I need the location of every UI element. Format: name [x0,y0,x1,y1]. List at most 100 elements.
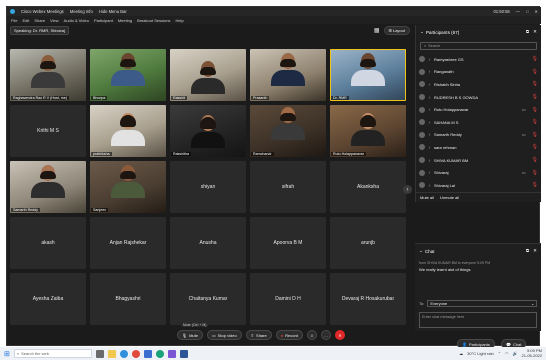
muted-microphone-icon[interactable]: 🎙 [532,144,538,150]
video-tile[interactable]: Bhoopa [90,49,166,101]
video-tile-no-camera[interactable]: Krithi M S [10,105,86,157]
muted-microphone-icon[interactable]: 🎙 [532,182,538,188]
avatar [419,106,425,113]
minimize-button[interactable]: — [516,9,520,14]
video-tile[interactable]: Samarth Reddy [10,161,86,213]
store-icon[interactable] [167,349,176,358]
unmute-all-button[interactable]: Unmute all [440,195,459,200]
meeting-info-link[interactable]: Meeting Info [70,9,93,14]
video-tile[interactable]: Rakshitha [170,105,246,157]
menu-breakout-sessions[interactable]: Breakout Sessions [137,18,170,23]
participant-row[interactable]: ♀ Ranganath 🎙 [416,66,541,79]
close-icon[interactable]: ✕ [533,248,537,254]
mail-icon[interactable] [143,349,152,358]
muted-microphone-icon[interactable]: 🎙 [532,107,538,113]
video-tile-no-camera[interactable]: Apoorva B M [250,217,326,269]
video-tile-no-camera[interactable]: Anjan Rajshekar [90,217,166,269]
webex-taskbar-icon[interactable] [155,349,164,358]
video-tile-no-camera[interactable]: Anusha [170,217,246,269]
menu-audio-video[interactable]: Audio & Video [64,18,89,23]
video-tile-no-camera[interactable]: Bhagyashri [90,273,166,325]
menu-participant[interactable]: Participant [94,18,113,23]
video-tile[interactable]: Rakshit [170,49,246,101]
participant-video [170,49,246,101]
chrome-browser-icon[interactable] [131,349,140,358]
video-tile[interactable]: Ramchandr [250,105,326,157]
muted-microphone-icon[interactable]: 🎙 [532,170,538,176]
chat-message-input[interactable]: Enter chat message here [419,312,537,328]
video-tile[interactable]: Sanjeev [90,161,166,213]
more-options-button[interactable]: … [321,330,332,340]
edge-browser-icon[interactable] [119,349,128,358]
muted-microphone-icon[interactable]: 🎙 [532,119,538,125]
menu-meeting[interactable]: Meeting [118,18,132,23]
muted-microphone-icon[interactable]: 🎙 [532,69,538,75]
video-tile-no-camera[interactable]: arunjb [330,217,406,269]
menu-share[interactable]: Share [34,18,45,23]
stop-video-button[interactable]: ▭ Stop video [206,330,242,340]
menu-help[interactable]: Help [175,18,183,23]
muted-microphone-icon[interactable]: 🎙 [532,132,538,138]
search-icon: ⌕ [16,351,20,356]
participant-row[interactable]: ♀ Samarth Reddy ▭ 🎙 [416,129,541,142]
popout-icon[interactable]: ⧉ [526,29,529,35]
wifi-icon[interactable]: ◠ [505,351,509,356]
muted-microphone-icon[interactable]: 🎙 [532,56,538,62]
participant-row[interactable]: ♀ Ramyashree GS 🎙 [416,53,541,66]
video-tile-no-camera[interactable]: akash [10,217,86,269]
participant-row[interactable]: ♀ Rutu Holappanavar ▭ 🎙 [416,103,541,116]
video-tile-no-camera[interactable]: sifrah [250,161,326,213]
participant-row[interactable]: ♀ Rishabh Sinha 🎙 [416,78,541,91]
participant-row[interactable]: ♀ SHIVA KUMAR BM 🎙 [416,154,541,167]
menu-file[interactable]: File [11,18,17,23]
participant-search-input[interactable]: ⌕ Search [420,42,537,50]
leave-meeting-button[interactable]: ✕ [335,330,346,340]
video-tile-no-camera[interactable]: Damini D H [250,273,326,325]
share-button[interactable]: ⇪ Share [245,330,272,340]
close-button[interactable]: ✕ [534,9,538,14]
chevron-up-icon[interactable]: ⌃ [498,351,501,356]
video-tile-no-camera[interactable]: shiyan [170,161,246,213]
layout-button[interactable]: ⊞ Layout [383,26,410,35]
video-tile-no-camera[interactable]: Devaraj R Hosakurubar [330,273,406,325]
video-tile-no-camera[interactable]: Chaitanya Kumar [170,273,246,325]
video-tile[interactable]: Prasanth [250,49,326,101]
avatar [419,81,425,88]
video-tile[interactable]: Raghavendra Rao R V (Host, me) [10,49,86,101]
participant-row[interactable]: ♀ SAHANA M S 🎙 [416,116,541,129]
participant-row[interactable]: ♀ RUDRESH B S GOWDA 🎙 [416,91,541,104]
menu-edit[interactable]: Edit [22,18,29,23]
grid-view-icon[interactable]: ▦ [374,27,380,34]
clock[interactable]: 5:09 PM 21-05-2022 [522,348,542,358]
mute-button[interactable]: 🎙 Mute [177,330,203,340]
chevron-down-icon[interactable]: ⌄ [419,248,423,254]
participant-row[interactable]: ♀ Shivaraj ▭ 🎙 [416,166,541,179]
video-tile[interactable]: Rutu Holappanavar [330,105,406,157]
video-tile[interactable]: prathiksha [90,105,166,157]
file-explorer-icon[interactable] [107,349,116,358]
recipient-select[interactable]: Everyone ⌄ [427,300,538,307]
video-tile-no-camera[interactable]: Ayesha Zaiba [10,273,86,325]
taskbar-search-input[interactable]: ⌕ Search the web [13,349,92,358]
record-button[interactable]: ● Record [275,330,304,340]
video-tile-no-camera[interactable]: Akanksha [330,161,406,213]
muted-microphone-icon[interactable]: 🎙 [532,94,538,100]
task-view-icon[interactable] [95,349,104,358]
muted-microphone-icon[interactable]: 🎙 [532,157,538,163]
mute-all-button[interactable]: Mute all [420,195,434,200]
hide-menu-bar-link[interactable]: Hide Menu Bar [99,9,127,14]
menu-view[interactable]: View [50,18,59,23]
participant-row[interactable]: ♀ Shivaraj Lal 🎙 [416,179,541,192]
windows-start-icon[interactable]: ⊞ [4,350,10,358]
video-tile-active-speaker[interactable]: Dr. RMR [330,49,406,101]
chevron-down-icon[interactable]: ⌄ [420,29,424,35]
participant-row[interactable]: ♀ sara rehman 🎙 [416,141,541,154]
muted-microphone-icon[interactable]: 🎙 [532,81,538,87]
popout-icon[interactable]: ⧉ [526,248,529,254]
word-icon[interactable] [179,349,188,358]
close-icon[interactable]: ✕ [533,29,537,35]
maximize-button[interactable]: □ [526,9,529,14]
next-page-button[interactable]: › [403,185,412,194]
reactions-button[interactable]: ☺ [307,330,318,340]
volume-icon[interactable]: 🔊 [513,351,518,356]
